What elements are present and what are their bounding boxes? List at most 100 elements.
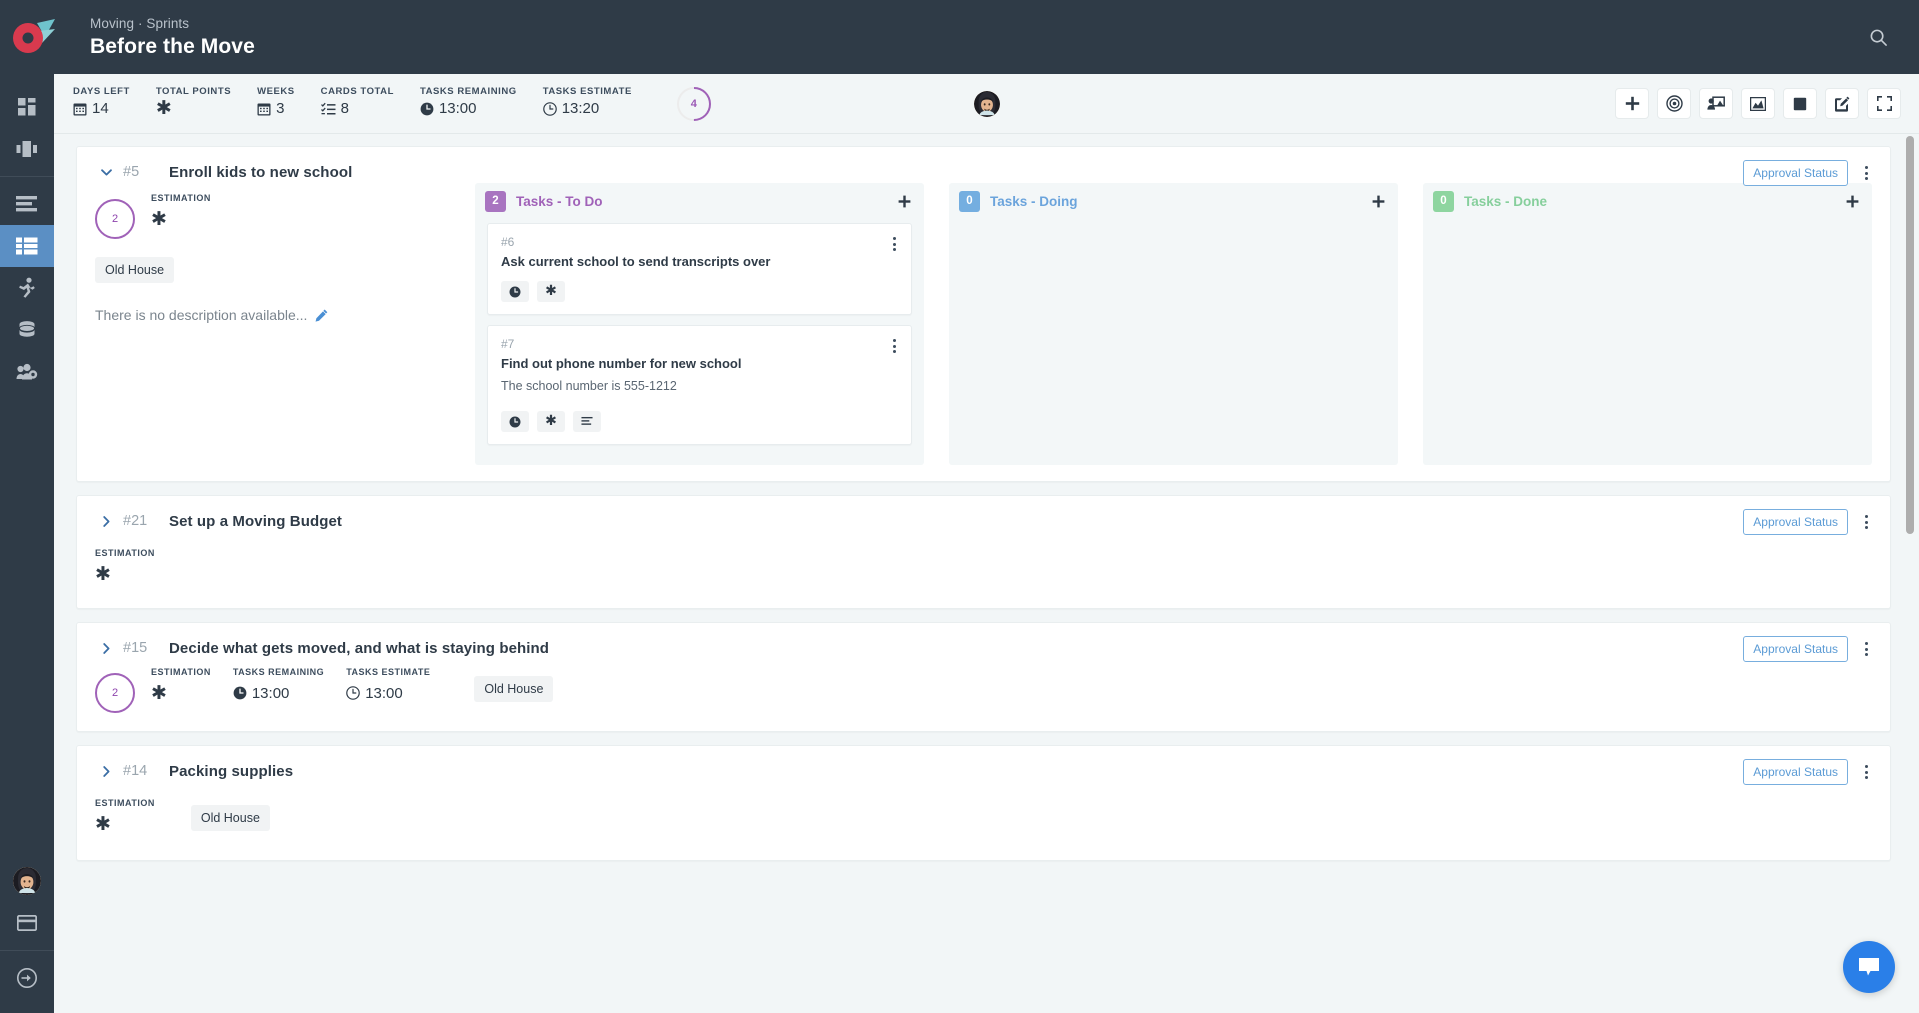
- task-menu-button[interactable]: [886, 234, 902, 254]
- search-button[interactable]: [1855, 14, 1901, 60]
- estimation-points-ring: 2: [95, 673, 135, 713]
- collapse-toggle[interactable]: [95, 161, 117, 183]
- story-tag[interactable]: Old House: [95, 257, 175, 283]
- stop-button[interactable]: [1783, 88, 1817, 119]
- stat-value: 13:20: [542, 99, 632, 119]
- chevron-right-icon: [102, 765, 109, 777]
- column-count-badge: 0: [1433, 190, 1454, 212]
- chevron-right-icon: [102, 515, 109, 527]
- scrollbar-thumb[interactable]: [1906, 136, 1914, 534]
- edit-description-button[interactable]: [315, 309, 328, 322]
- sidebar-item-kanban[interactable]: [0, 128, 54, 170]
- story-menu-button[interactable]: [1858, 762, 1874, 782]
- story-tag[interactable]: Old House: [190, 805, 270, 831]
- story-tag[interactable]: Old House: [474, 676, 554, 702]
- kanban-columns-icon: [16, 141, 37, 157]
- stories-scroll-area[interactable]: #5 Enroll kids to new school Approval St…: [54, 134, 1919, 1013]
- approval-status-button[interactable]: Approval Status: [1743, 759, 1848, 785]
- avatar-icon: [973, 90, 1000, 117]
- pencil-icon: [316, 309, 328, 322]
- chat-bubble-icon: [1859, 958, 1879, 976]
- sidebar-item-board[interactable]: [0, 225, 54, 267]
- expand-toggle[interactable]: [95, 637, 117, 659]
- asterisk-icon: ✱: [545, 283, 557, 299]
- column-title: Tasks - To Do: [516, 193, 603, 209]
- expand-toggle[interactable]: [95, 510, 117, 532]
- page-title: Before the Move: [90, 34, 255, 58]
- story-title[interactable]: Packing supplies: [169, 763, 293, 780]
- meta-label: ESTIMATION: [151, 193, 211, 203]
- calendar-icon: [73, 103, 87, 115]
- sprint-progress-ring: 4: [676, 86, 712, 122]
- expand-toggle[interactable]: [95, 760, 117, 782]
- approval-status-button[interactable]: Approval Status: [1743, 636, 1848, 662]
- sidebar-item-dashboard[interactable]: [0, 86, 54, 128]
- sidebar-item-team-settings[interactable]: [0, 351, 54, 393]
- sidebar-item-sprint[interactable]: [0, 267, 54, 309]
- task-card[interactable]: #6 Ask current school to send transcript…: [487, 223, 912, 315]
- story-meta-column: 2 ESTIMATION ✱ TASKS REMAINING 13:00 TAS…: [95, 659, 1872, 713]
- body-row: DAYS LEFT 14 TOTAL POINTS ✱ WEEKS 3 CARD…: [0, 74, 1919, 1013]
- clock-filled-icon: [509, 286, 521, 297]
- story-body: ESTIMATION ✱ Old House: [95, 782, 1872, 838]
- sprint-owner-avatar[interactable]: [973, 90, 1000, 117]
- story-menu-button[interactable]: [1858, 512, 1874, 532]
- story-number: #21: [123, 513, 148, 529]
- sidebar-item-logout[interactable]: [0, 957, 54, 999]
- sidebar-item-billing[interactable]: [0, 902, 54, 944]
- app-logo[interactable]: [0, 0, 68, 74]
- add-task-button[interactable]: [1368, 191, 1388, 211]
- target-button[interactable]: [1657, 88, 1691, 119]
- story-tasks-estimate: TASKS ESTIMATE 13:00: [346, 667, 430, 705]
- stat-cards-total: CARDS TOTAL 8: [321, 86, 394, 119]
- story-title[interactable]: Enroll kids to new school: [169, 164, 352, 181]
- task-menu-button[interactable]: [886, 336, 902, 356]
- time-chip[interactable]: [501, 411, 529, 432]
- plus-icon: [1625, 96, 1639, 111]
- sidebar-user-avatar[interactable]: [0, 860, 54, 902]
- fullscreen-button[interactable]: [1867, 88, 1901, 119]
- story-title[interactable]: Set up a Moving Budget: [169, 513, 342, 530]
- stat-label: DAYS LEFT: [73, 85, 130, 97]
- asterisk-icon: ✱: [151, 681, 167, 704]
- column-body: #6 Ask current school to send transcript…: [475, 219, 924, 445]
- meta-number: 13:00: [251, 684, 290, 702]
- top-header: Moving · Sprints Before the Move: [0, 0, 1919, 74]
- task-card[interactable]: #7 Find out phone number for new school …: [487, 325, 912, 445]
- clock-filled-icon: [509, 416, 521, 427]
- avatar-icon: [13, 867, 41, 895]
- estimation-points-ring: 2: [95, 199, 135, 239]
- story-title[interactable]: Decide what gets moved, and what is stay…: [169, 640, 549, 657]
- sidebar-item-backlog[interactable]: [0, 183, 54, 225]
- presentation-button[interactable]: [1699, 88, 1733, 119]
- add-button[interactable]: [1615, 88, 1649, 119]
- story-menu-button[interactable]: [1858, 163, 1874, 183]
- stat-value: ✱: [156, 99, 231, 119]
- column-body: [1423, 219, 1872, 223]
- story-body: 2 ESTIMATION ✱ TASKS REMAINING 13:00 TAS…: [95, 659, 1872, 713]
- align-left-icon: [581, 416, 593, 425]
- bullseye-icon: [1665, 95, 1683, 112]
- chat-button[interactable]: [1843, 941, 1895, 993]
- meta-value: ✱: [95, 562, 453, 586]
- avatar: [13, 867, 41, 895]
- points-chip[interactable]: ✱: [537, 281, 565, 302]
- time-chip[interactable]: [501, 281, 529, 302]
- story-estimation: ESTIMATION ✱: [151, 193, 211, 231]
- points-chip[interactable]: ✱: [537, 411, 565, 432]
- add-task-button[interactable]: [1842, 191, 1862, 211]
- description-chip[interactable]: [573, 411, 601, 432]
- meta-value: ✱: [151, 681, 211, 705]
- sprint-runner-icon: [19, 277, 35, 298]
- sidebar-item-database[interactable]: [0, 309, 54, 351]
- meta-label: ESTIMATION: [95, 798, 155, 808]
- add-task-button[interactable]: [894, 191, 914, 211]
- edit-button[interactable]: [1825, 88, 1859, 119]
- vertical-scrollbar[interactable]: [1906, 136, 1914, 1013]
- chart-button[interactable]: [1741, 88, 1775, 119]
- approval-status-button[interactable]: Approval Status: [1743, 509, 1848, 535]
- column-title: Tasks - Done: [1464, 193, 1548, 209]
- story-menu-button[interactable]: [1858, 639, 1874, 659]
- column-title: Tasks - Doing: [990, 193, 1078, 209]
- story-actions: Approval Status: [1743, 636, 1874, 662]
